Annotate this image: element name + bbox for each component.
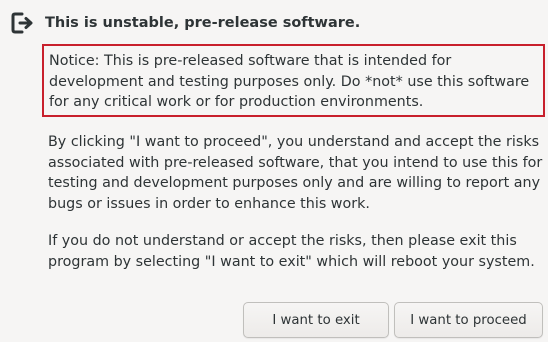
exit-instructions-paragraph: If you do not understand or accept the r… bbox=[48, 233, 535, 270]
dialog-header: This is unstable, pre-release software. bbox=[10, 10, 360, 36]
exit-button[interactable]: I want to exit bbox=[243, 302, 389, 338]
notice-box: Notice: This is pre-released software th… bbox=[42, 44, 545, 117]
exit-icon bbox=[10, 10, 36, 36]
proceed-button[interactable]: I want to proceed bbox=[394, 302, 543, 338]
dialog-title: This is unstable, pre-release software. bbox=[45, 15, 361, 31]
risk-acceptance-paragraph: By clicking "I want to proceed", you und… bbox=[48, 134, 543, 212]
notice-text: Notice: This is pre-released software th… bbox=[49, 53, 530, 110]
